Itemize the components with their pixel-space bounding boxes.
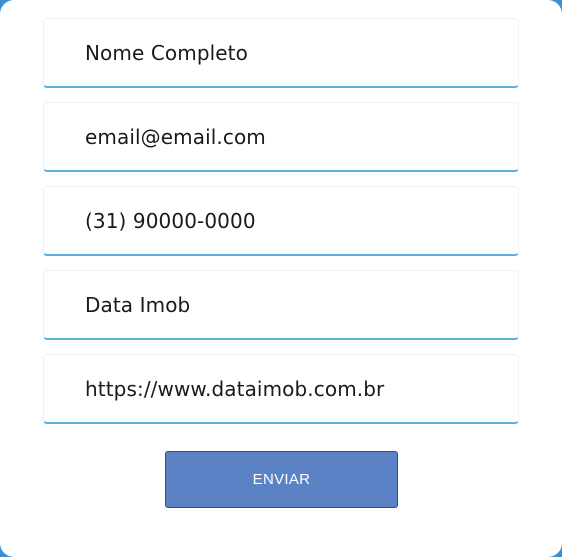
company-value: Data Imob bbox=[85, 292, 191, 317]
full-name-value: Nome Completo bbox=[85, 40, 248, 65]
full-name-field[interactable]: Nome Completo bbox=[43, 18, 519, 88]
submit-button[interactable]: ENVIAR bbox=[165, 451, 398, 508]
phone-field[interactable]: (31) 90000-0000 bbox=[43, 186, 519, 256]
website-value: https://www.dataimob.com.br bbox=[85, 376, 385, 401]
email-field[interactable]: email@email.com bbox=[43, 102, 519, 172]
website-field[interactable]: https://www.dataimob.com.br bbox=[43, 354, 519, 424]
company-field[interactable]: Data Imob bbox=[43, 270, 519, 340]
form-card: Nome Completo email@email.com (31) 90000… bbox=[0, 0, 562, 557]
phone-value: (31) 90000-0000 bbox=[85, 208, 256, 233]
email-value: email@email.com bbox=[85, 124, 266, 149]
form-frame: Nome Completo email@email.com (31) 90000… bbox=[0, 0, 562, 557]
